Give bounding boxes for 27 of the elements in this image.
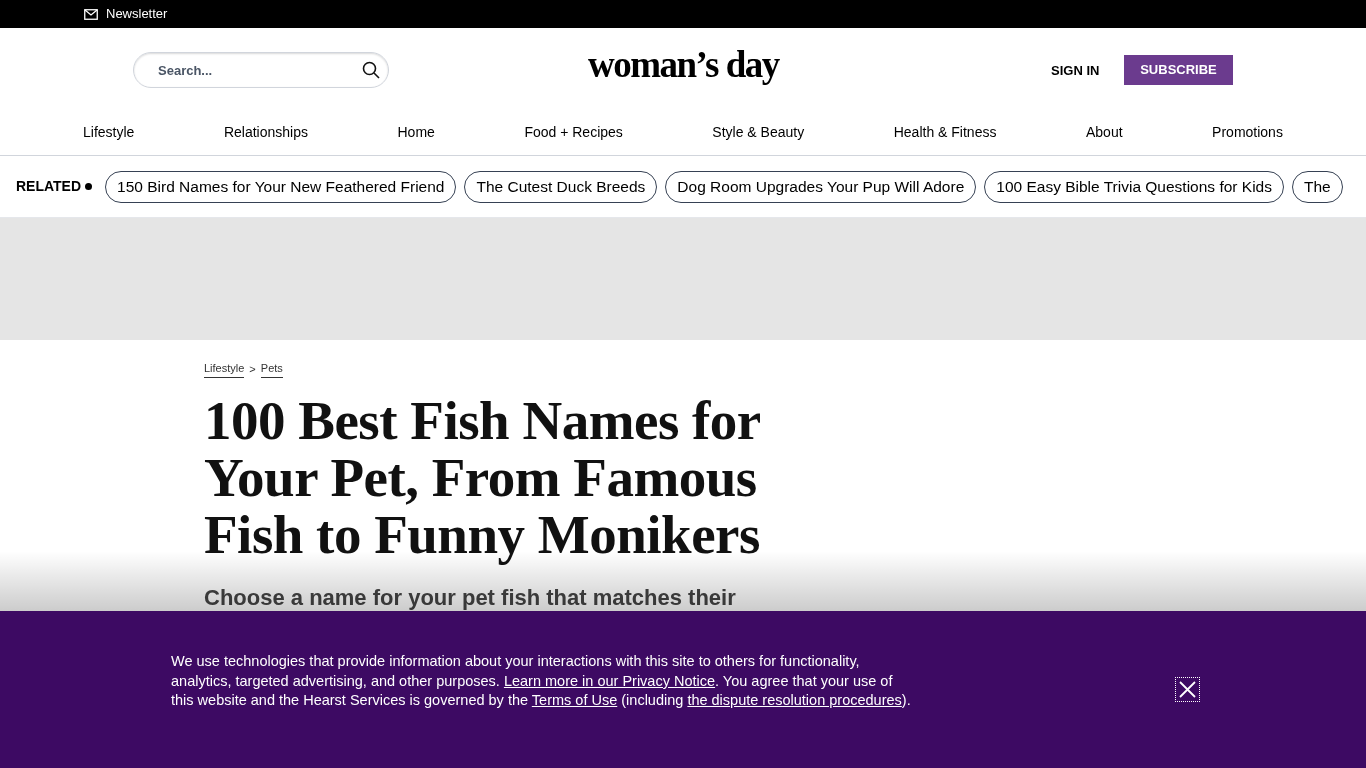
consent-link[interactable]: Terms of Use xyxy=(531,692,618,708)
envelope-icon xyxy=(84,8,98,20)
sign-in-link[interactable]: SIGN IN xyxy=(1051,61,1100,81)
related-label: RELATED xyxy=(16,177,82,196)
nav-link[interactable]: Home xyxy=(397,122,435,143)
newsletter-link[interactable]: Newsletter xyxy=(106,4,168,24)
search-field[interactable]: Search... xyxy=(133,52,389,88)
nav-link[interactable]: Lifestyle xyxy=(83,122,135,143)
close-icon xyxy=(1179,681,1196,698)
close-button[interactable] xyxy=(1175,677,1200,702)
consent-link[interactable]: the dispute resolution procedures xyxy=(687,692,902,708)
nav-link[interactable]: Health & Fitness xyxy=(893,122,997,143)
consent-link[interactable]: Learn more in our Privacy Notice xyxy=(503,672,716,689)
nav-link[interactable]: About xyxy=(1085,122,1123,143)
nav-link[interactable]: Style & Beauty xyxy=(712,122,805,143)
breadcrumb-separator: > xyxy=(249,361,256,377)
article-subtitle: Choose a name for your pet fish that matches their xyxy=(204,583,737,612)
consent-text: We use technologies that provide information about your interactions with this site to others for functionality, analytics, targeted advertising, and other purposes. Learn more in our Privacy Notice. You agree that your use of this website and the Hearst Services is governed by the Terms of Use (including the dispute resolution procedures). xyxy=(171,652,911,710)
search-icon xyxy=(362,61,380,79)
breadcrumb-link[interactable]: Pets xyxy=(260,360,283,378)
site-logo[interactable]: woman’s day xyxy=(588,46,779,83)
article-title: 100 Best Fish Names for Your Pet, From Famous Fish to Funny Monikers xyxy=(204,391,761,563)
nav-link[interactable]: Relationships xyxy=(223,122,308,143)
nav-link[interactable]: Food + Recipes xyxy=(524,122,623,143)
breadcrumb-link[interactable]: Lifestyle xyxy=(204,360,245,378)
nav-link[interactable]: Promotions xyxy=(1212,122,1283,143)
subscribe-button[interactable]: SUBSCRIBE xyxy=(1124,55,1233,85)
